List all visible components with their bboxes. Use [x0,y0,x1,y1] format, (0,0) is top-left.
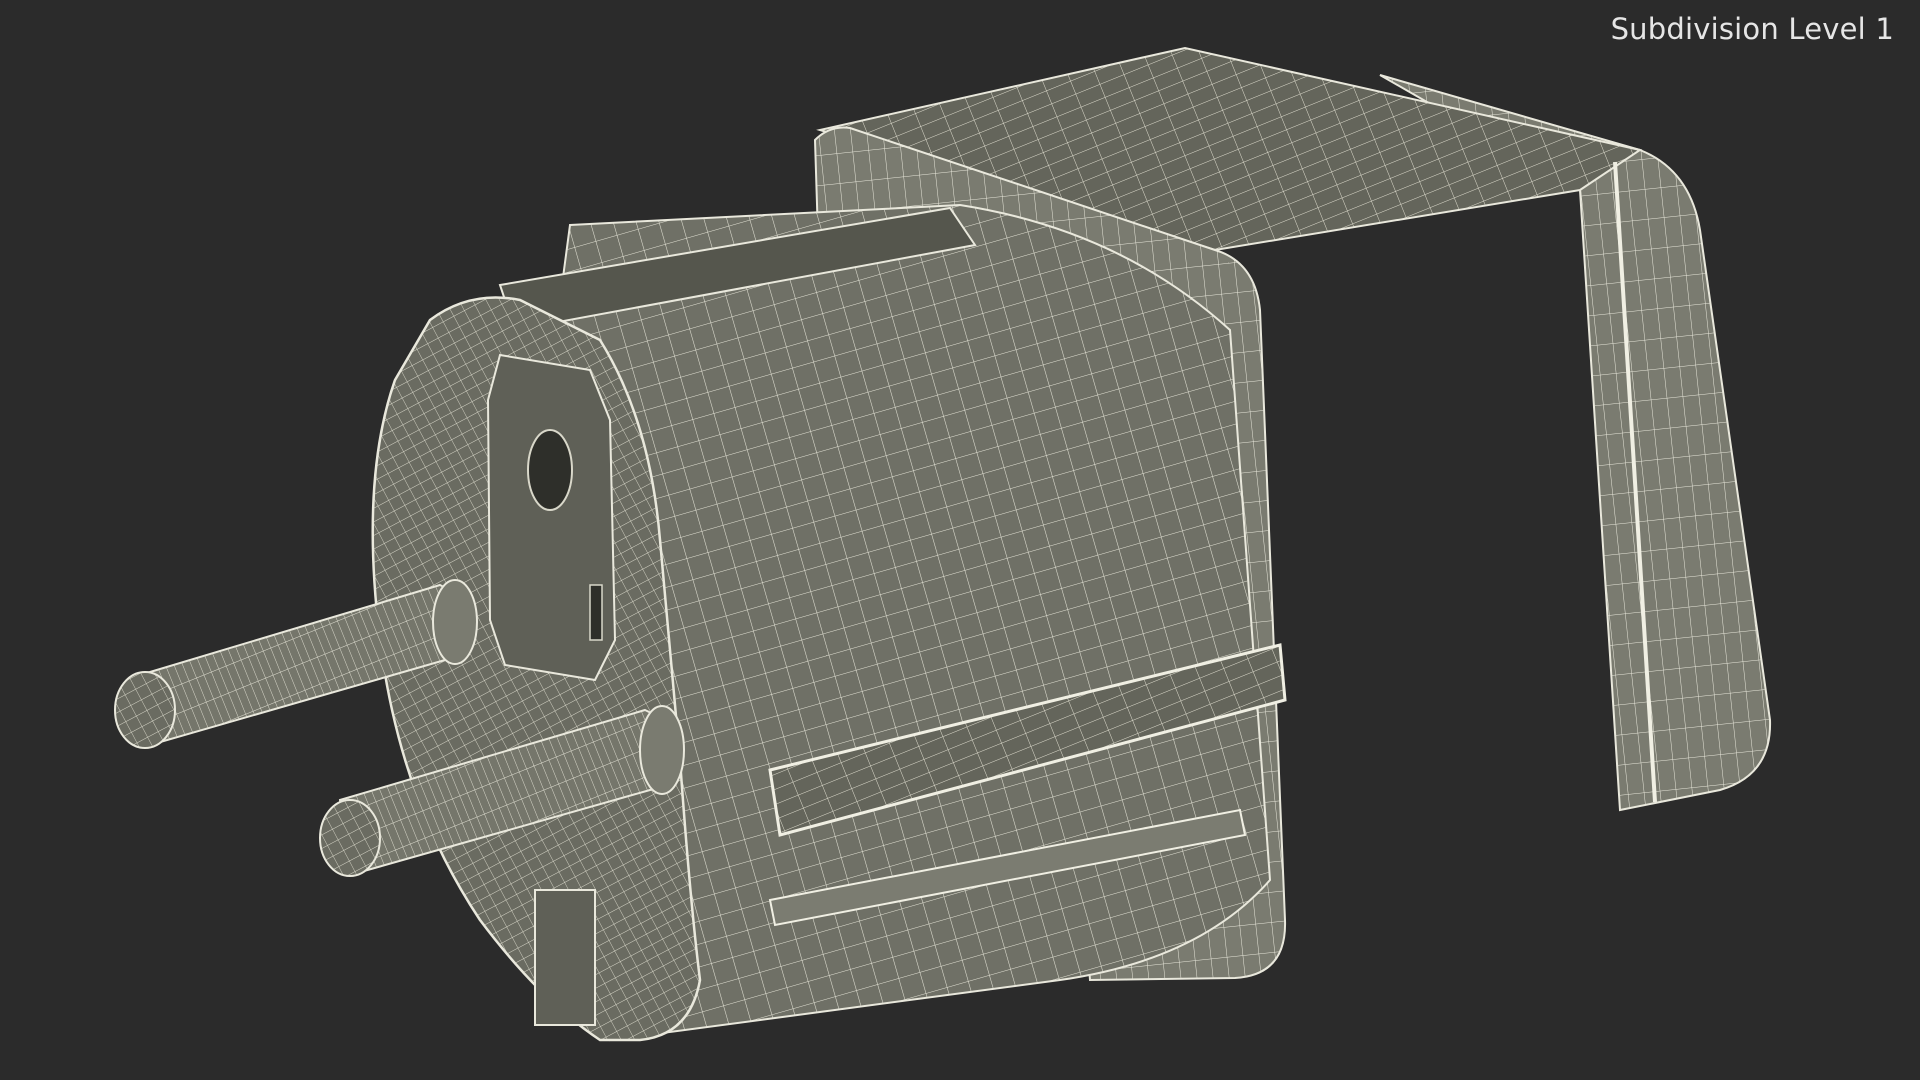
plug-pin-upper-collar [432,579,478,665]
earth-contact-notch [589,584,603,641]
plug-pin-lower-tip [319,799,381,877]
plug-pin-upper-tip [114,671,176,749]
wireframe-plug-adapter-render [114,46,1772,1042]
render-viewport: Subdivision Level 1 [0,0,1920,1080]
plug-pin-lower-collar [639,705,685,795]
bottom-latch [534,889,596,1026]
subdivision-level-label: Subdivision Level 1 [1610,12,1894,46]
earth-contact-hole [527,429,573,511]
